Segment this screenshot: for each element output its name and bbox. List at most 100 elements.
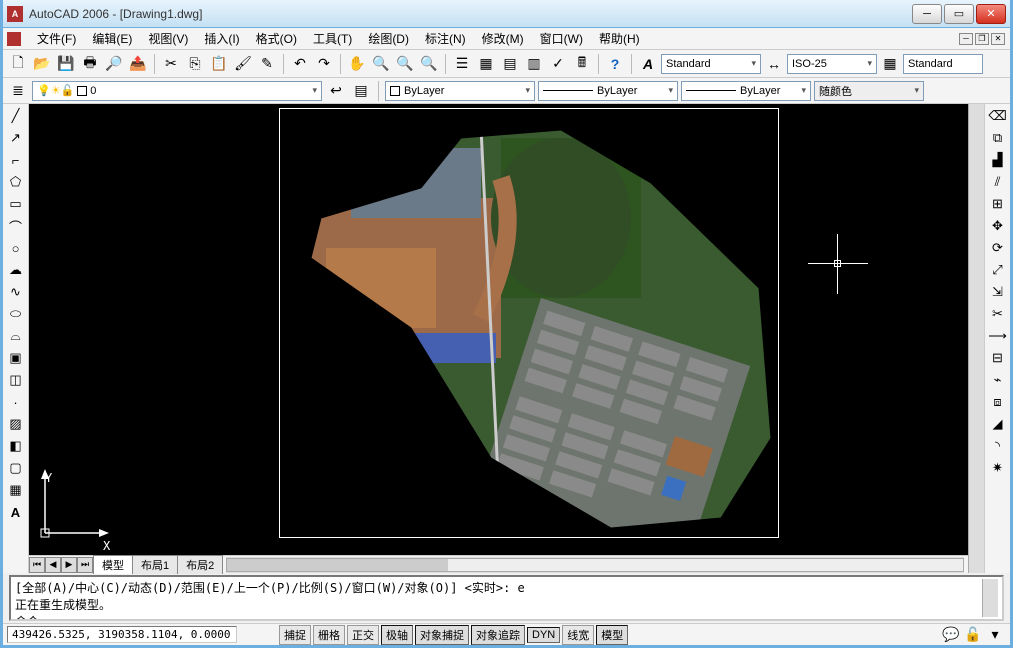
markup-icon[interactable]: ✓	[547, 53, 569, 75]
revcloud-icon[interactable]: ☁	[6, 260, 26, 280]
menu-help[interactable]: 帮助(H)	[591, 28, 648, 49]
open-icon[interactable]: 📂	[31, 53, 53, 75]
designcenter-icon[interactable]: ▦	[475, 53, 497, 75]
tab-layout2[interactable]: 布局2	[177, 555, 223, 574]
dyn-toggle[interactable]: DYN	[527, 627, 560, 643]
polar-toggle[interactable]: 极轴	[381, 625, 413, 645]
rectangle-icon[interactable]: ▭	[6, 194, 26, 214]
minimize-button[interactable]: ─	[912, 4, 942, 24]
break-icon[interactable]: ⌁	[988, 370, 1008, 390]
zoom-win-icon[interactable]: 🔍	[418, 53, 440, 75]
paste-icon[interactable]: 📋	[208, 53, 230, 75]
spline-icon[interactable]: ∿	[6, 282, 26, 302]
mirror-icon[interactable]: ▟	[988, 150, 1008, 170]
dimstyle-icon[interactable]: ↔	[763, 53, 785, 75]
offset-icon[interactable]: ⫽	[988, 172, 1008, 192]
layer-previous-icon[interactable]: ↩	[325, 80, 347, 102]
linetype-dropdown[interactable]: ByLayer▾	[538, 81, 678, 101]
properties-icon[interactable]: ☰	[451, 53, 473, 75]
table-icon[interactable]: ▦	[6, 480, 26, 500]
scale-icon[interactable]: ⤢	[988, 260, 1008, 280]
arc-icon[interactable]: ⌒	[6, 216, 26, 236]
point-icon[interactable]: ·	[6, 392, 26, 412]
layer-dropdown[interactable]: 💡 ☀ 🔓 0 ▾	[32, 81, 322, 101]
tablestyle-dropdown[interactable]: Standard	[903, 54, 983, 74]
make-block-icon[interactable]: ◫	[6, 370, 26, 390]
polyline-icon[interactable]: ⌐	[6, 150, 26, 170]
copy-icon[interactable]: ⎘	[184, 53, 206, 75]
tab-layout1[interactable]: 布局1	[132, 555, 178, 574]
hatch-icon[interactable]: ▨	[6, 414, 26, 434]
v-scrollbar[interactable]	[968, 104, 984, 573]
ellipse-icon[interactable]: ⬭	[6, 304, 26, 324]
menu-edit[interactable]: 编辑(E)	[84, 28, 140, 49]
new-icon[interactable]: 🗋	[7, 53, 29, 75]
zoom-rt-icon[interactable]: 🔍	[370, 53, 392, 75]
erase-icon[interactable]: ⌫	[988, 106, 1008, 126]
cut-icon[interactable]: ✂	[160, 53, 182, 75]
close-button[interactable]: ✕	[976, 4, 1006, 24]
undo-icon[interactable]: ↶	[289, 53, 311, 75]
command-window[interactable]: [全部(A)/中心(C)/动态(D)/范围(E)/上一个(P)/比例(S)/窗口…	[9, 575, 1004, 621]
maximize-button[interactable]: ▭	[944, 4, 974, 24]
match-icon[interactable]: 🖌	[232, 53, 254, 75]
menu-view[interactable]: 视图(V)	[140, 28, 196, 49]
lineweight-dropdown[interactable]: ByLayer▾	[681, 81, 811, 101]
array-icon[interactable]: ⊞	[988, 194, 1008, 214]
stretch-icon[interactable]: ⇲	[988, 282, 1008, 302]
mtext-icon[interactable]: A	[6, 502, 26, 522]
gradient-icon[interactable]: ◧	[6, 436, 26, 456]
join-icon[interactable]: ⧈	[988, 392, 1008, 412]
tab-prev-icon[interactable]: ◀	[45, 557, 61, 573]
menu-file[interactable]: 文件(F)	[29, 28, 84, 49]
layer-manager-icon[interactable]: ≣	[7, 80, 29, 102]
rotate-icon[interactable]: ⟳	[988, 238, 1008, 258]
copy-obj-icon[interactable]: ⧉	[988, 128, 1008, 148]
lock-ui-icon[interactable]: 🔓	[962, 624, 984, 646]
mdi-close[interactable]: ✕	[991, 33, 1005, 45]
tablestyle-icon[interactable]: ▦	[879, 53, 901, 75]
save-icon[interactable]: 💾	[55, 53, 77, 75]
pan-icon[interactable]: ✋	[346, 53, 368, 75]
ortho-toggle[interactable]: 正交	[347, 625, 379, 645]
explode-icon[interactable]: ✷	[988, 458, 1008, 478]
trim-icon[interactable]: ✂	[988, 304, 1008, 324]
otrack-toggle[interactable]: 对象追踪	[471, 625, 525, 645]
menu-dimension[interactable]: 标注(N)	[417, 28, 474, 49]
menu-insert[interactable]: 插入(I)	[196, 28, 247, 49]
region-icon[interactable]: ▢	[6, 458, 26, 478]
toolbar-menu-icon[interactable]: ▾	[984, 624, 1006, 646]
layer-states-icon[interactable]: ▤	[350, 80, 372, 102]
circle-icon[interactable]: ○	[6, 238, 26, 258]
dimstyle-dropdown[interactable]: ISO-25▾	[787, 54, 877, 74]
preview-icon[interactable]: 🔎	[103, 53, 125, 75]
menu-draw[interactable]: 绘图(D)	[360, 28, 417, 49]
extend-icon[interactable]: ⟶	[988, 326, 1008, 346]
snap-toggle[interactable]: 捕捉	[279, 625, 311, 645]
calc-icon[interactable]: 🖩	[571, 53, 593, 75]
zoom-prev-icon[interactable]: 🔍	[394, 53, 416, 75]
chamfer-icon[interactable]: ◢	[988, 414, 1008, 434]
mdi-restore[interactable]: ❐	[975, 33, 989, 45]
xline-icon[interactable]: ↗	[6, 128, 26, 148]
tab-first-icon[interactable]: ⏮	[29, 557, 45, 573]
model-toggle[interactable]: 模型	[596, 625, 628, 645]
plot-icon[interactable]: 🖶	[79, 53, 101, 75]
coords-display[interactable]: 439426.5325, 3190358.1104, 0.0000	[7, 626, 237, 643]
mdi-minimize[interactable]: ─	[959, 33, 973, 45]
help-icon[interactable]: ?	[604, 53, 626, 75]
textstyle-dropdown[interactable]: Standard▾	[661, 54, 761, 74]
comm-center-icon[interactable]: 💬	[940, 624, 962, 646]
toolpalette-icon[interactable]: ▤	[499, 53, 521, 75]
cmd-scrollbar[interactable]	[982, 579, 998, 617]
menu-format[interactable]: 格式(O)	[248, 28, 305, 49]
drawing-canvas[interactable]: Y X	[29, 104, 968, 555]
lwt-toggle[interactable]: 线宽	[562, 625, 594, 645]
sheetset-icon[interactable]: ▥	[523, 53, 545, 75]
tab-next-icon[interactable]: ▶	[61, 557, 77, 573]
fillet-icon[interactable]: ◝	[988, 436, 1008, 456]
break-pt-icon[interactable]: ⊟	[988, 348, 1008, 368]
publish-icon[interactable]: 📤	[127, 53, 149, 75]
h-scrollbar[interactable]	[226, 557, 964, 573]
menu-tools[interactable]: 工具(T)	[305, 28, 360, 49]
